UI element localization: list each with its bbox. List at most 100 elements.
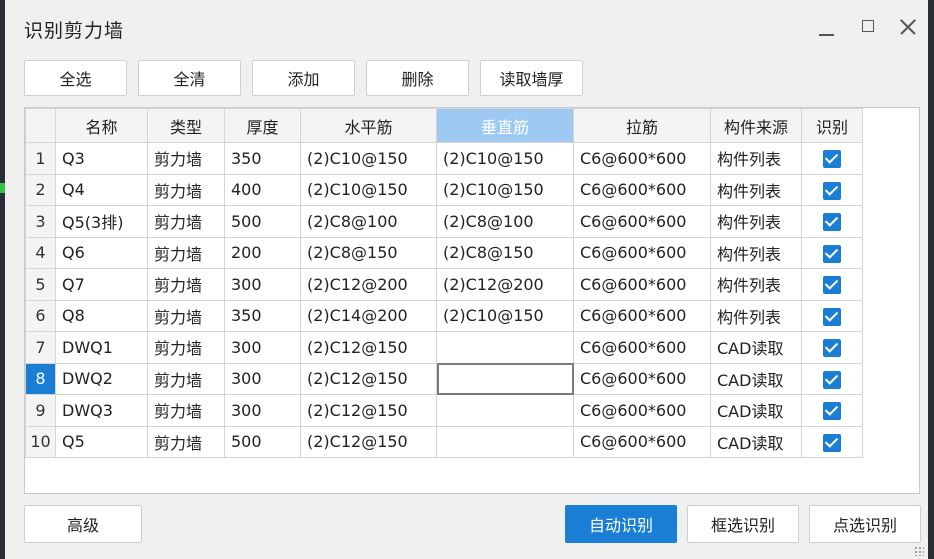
cell-thickness[interactable]: 200 xyxy=(224,236,301,269)
header-source[interactable]: 构件来源 xyxy=(710,108,802,143)
cell-type[interactable]: 剪力墙 xyxy=(147,142,225,175)
cell-thickness[interactable]: 500 xyxy=(224,425,301,458)
read-thickness-button[interactable]: 读取墙厚 xyxy=(480,60,583,96)
row-number[interactable]: 2 xyxy=(25,173,56,206)
cell-source[interactable]: CAD读取 xyxy=(710,425,802,458)
close-icon[interactable] xyxy=(898,16,920,38)
table-row[interactable]: 7 DWQ1 剪力墙 300 (2)C12@150 C6@600*600 CAD读取 xyxy=(25,331,863,364)
cell-source[interactable]: CAD读取 xyxy=(710,394,802,427)
cell-name[interactable]: DWQ3 xyxy=(55,394,148,427)
identify-checkbox[interactable] xyxy=(823,276,841,294)
identify-checkbox[interactable] xyxy=(823,307,841,326)
clear-all-button[interactable]: 全清 xyxy=(138,60,241,96)
add-button[interactable]: 添加 xyxy=(252,60,355,96)
cell-vertical-rebar[interactable] xyxy=(436,362,574,395)
cell-type[interactable]: 剪力墙 xyxy=(147,394,225,427)
identify-checkbox[interactable] xyxy=(823,181,841,200)
cell-thickness[interactable]: 350 xyxy=(224,299,301,332)
table-row[interactable]: 8 DWQ2 剪力墙 300 (2)C12@150 C6@600*600 CAD读取 xyxy=(25,362,863,395)
cell-tie-rebar[interactable]: C6@600*600 xyxy=(573,394,711,427)
row-number[interactable]: 7 xyxy=(25,331,56,364)
row-number[interactable]: 3 xyxy=(25,205,56,238)
cell-name[interactable]: Q5(3排) xyxy=(55,205,148,238)
table-row[interactable]: 6 Q8 剪力墙 350 (2)C14@200 (2)C10@150 C6@600*600 构… xyxy=(25,299,863,332)
cell-source[interactable]: CAD读取 xyxy=(710,362,802,395)
minimize-icon[interactable] xyxy=(816,16,838,38)
advanced-button[interactable]: 高级 xyxy=(24,505,142,543)
table-row[interactable]: 1 Q3 剪力墙 350 (2)C10@150 (2)C10@150 C6@600*600 构… xyxy=(25,142,863,175)
cell-thickness[interactable]: 300 xyxy=(224,268,301,301)
cell-thickness[interactable]: 350 xyxy=(224,142,301,175)
auto-identify-button[interactable]: 自动识别 xyxy=(565,505,677,543)
cell-tie-rebar[interactable]: C6@600*600 xyxy=(573,236,711,269)
identify-checkbox[interactable] xyxy=(823,433,841,452)
cell-thickness[interactable]: 300 xyxy=(224,394,301,427)
cell-source[interactable]: 构件列表 xyxy=(710,299,802,332)
cell-horizontal-rebar[interactable]: (2)C8@150 xyxy=(300,236,437,269)
cell-horizontal-rebar[interactable]: (2)C12@150 xyxy=(300,425,437,458)
cell-vertical-rebar[interactable]: (2)C10@150 xyxy=(436,299,574,332)
row-number[interactable]: 10 xyxy=(25,425,56,458)
title-bar[interactable]: 识别剪力墙 xyxy=(5,0,928,52)
cell-source[interactable]: 构件列表 xyxy=(710,236,802,269)
cell-source[interactable]: 构件列表 xyxy=(710,205,802,238)
cell-name[interactable]: Q7 xyxy=(55,268,148,301)
cell-type[interactable]: 剪力墙 xyxy=(147,299,225,332)
resize-grip-icon[interactable] xyxy=(914,546,924,556)
cell-tie-rebar[interactable]: C6@600*600 xyxy=(573,425,711,458)
cell-horizontal-rebar[interactable]: (2)C8@100 xyxy=(300,205,437,238)
box-identify-button[interactable]: 框选识别 xyxy=(687,505,799,543)
cell-name[interactable]: DWQ1 xyxy=(55,331,148,364)
identify-checkbox[interactable] xyxy=(823,402,841,420)
table-row[interactable]: 5 Q7 剪力墙 300 (2)C12@200 (2)C12@200 C6@600*600 构… xyxy=(25,268,863,301)
row-number[interactable]: 5 xyxy=(25,268,56,301)
cell-horizontal-rebar[interactable]: (2)C10@150 xyxy=(300,173,437,206)
cell-tie-rebar[interactable]: C6@600*600 xyxy=(573,142,711,175)
cell-name[interactable]: Q4 xyxy=(55,173,148,206)
identify-checkbox[interactable] xyxy=(823,244,841,263)
cell-type[interactable]: 剪力墙 xyxy=(147,173,225,206)
header-thickness[interactable]: 厚度 xyxy=(224,108,301,143)
cell-tie-rebar[interactable]: C6@600*600 xyxy=(573,331,711,364)
cell-horizontal-rebar[interactable]: (2)C10@150 xyxy=(300,142,437,175)
point-identify-button[interactable]: 点选识别 xyxy=(809,505,921,543)
header-tie-rebar[interactable]: 拉筋 xyxy=(573,108,711,143)
cell-name[interactable]: Q3 xyxy=(55,142,148,175)
cell-vertical-rebar[interactable]: (2)C12@200 xyxy=(436,268,574,301)
cell-type[interactable]: 剪力墙 xyxy=(147,236,225,269)
table-row[interactable]: 3 Q5(3排) 剪力墙 500 (2)C8@100 (2)C8@100 C6@600*60… xyxy=(25,205,863,238)
cell-tie-rebar[interactable]: C6@600*600 xyxy=(573,205,711,238)
header-horizontal-rebar[interactable]: 水平筋 xyxy=(300,108,437,143)
cell-vertical-rebar[interactable] xyxy=(436,425,574,458)
row-number[interactable]: 4 xyxy=(25,236,56,269)
header-identify[interactable]: 识别 xyxy=(801,108,863,143)
cell-tie-rebar[interactable]: C6@600*600 xyxy=(573,299,711,332)
identify-checkbox[interactable] xyxy=(823,213,841,231)
cell-source[interactable]: 构件列表 xyxy=(710,142,802,175)
cell-vertical-rebar[interactable] xyxy=(436,394,574,427)
cell-tie-rebar[interactable]: C6@600*600 xyxy=(573,268,711,301)
cell-vertical-rebar[interactable] xyxy=(436,331,574,364)
cell-type[interactable]: 剪力墙 xyxy=(147,425,225,458)
maximize-icon[interactable] xyxy=(859,16,881,38)
header-vertical-rebar[interactable]: 垂直筋 xyxy=(436,108,574,143)
cell-name[interactable]: Q5 xyxy=(55,425,148,458)
delete-button[interactable]: 删除 xyxy=(366,60,469,96)
cell-thickness[interactable]: 300 xyxy=(224,331,301,364)
cell-vertical-rebar[interactable]: (2)C10@150 xyxy=(436,142,574,175)
header-type[interactable]: 类型 xyxy=(147,108,225,143)
cell-vertical-rebar[interactable]: (2)C8@100 xyxy=(436,205,574,238)
row-number[interactable]: 6 xyxy=(25,299,56,332)
table-row[interactable]: 10 Q5 剪力墙 500 (2)C12@150 C6@600*600 CAD读取 xyxy=(25,425,863,458)
select-all-button[interactable]: 全选 xyxy=(24,60,127,96)
cell-name[interactable]: DWQ2 xyxy=(55,362,148,395)
table-row[interactable]: 9 DWQ3 剪力墙 300 (2)C12@150 C6@600*600 CAD读取 xyxy=(25,394,863,427)
cell-vertical-rebar[interactable]: (2)C8@150 xyxy=(436,236,574,269)
cell-tie-rebar[interactable]: C6@600*600 xyxy=(573,173,711,206)
cell-source[interactable]: 构件列表 xyxy=(710,173,802,206)
header-name[interactable]: 名称 xyxy=(55,108,148,143)
cell-horizontal-rebar[interactable]: (2)C12@150 xyxy=(300,362,437,395)
cell-thickness[interactable]: 300 xyxy=(224,362,301,395)
corner-cell[interactable] xyxy=(25,108,56,143)
cell-type[interactable]: 剪力墙 xyxy=(147,331,225,364)
